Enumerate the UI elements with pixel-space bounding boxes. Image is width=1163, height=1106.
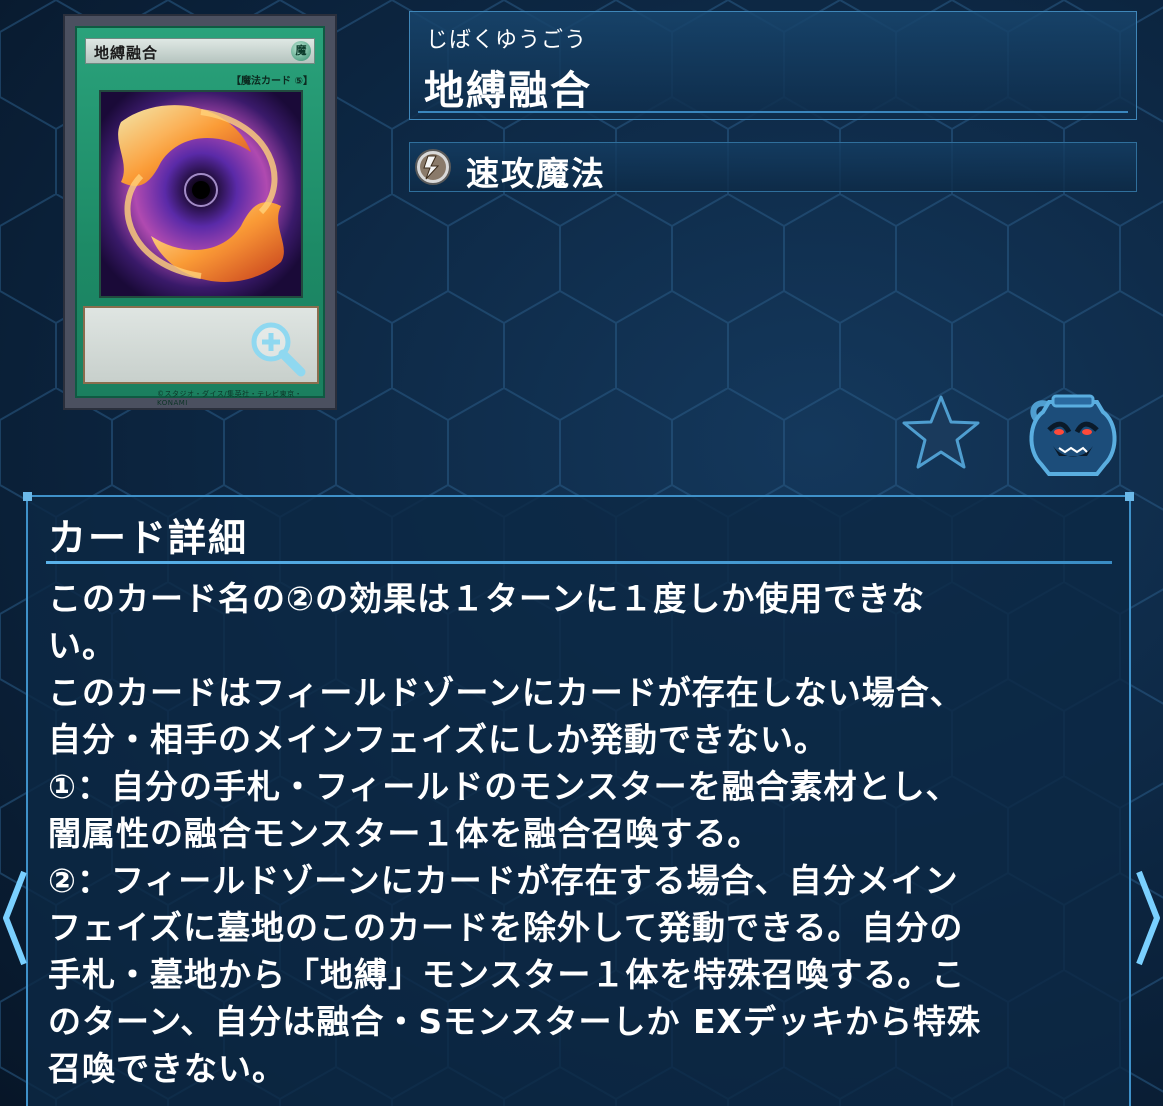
heading-divider — [46, 561, 1112, 564]
card-image-attribute: 魔 — [291, 41, 311, 61]
effect-text-line: のターン、自分は融合・Sモンスターしか EXデッキから特殊 — [48, 1002, 981, 1041]
card-image[interactable]: 地縛融合 魔 【魔法カード ⑤】 ©スタジオ・ダイス/集英社・テレビ東京・KON… — [63, 14, 337, 410]
quick-play-spell-icon — [415, 149, 451, 185]
card-detail-screen: 地縛融合 魔 【魔法カード ⑤】 ©スタジオ・ダイス/集英社・テレビ東京・KON… — [0, 0, 1163, 1106]
card-title-panel: じばくゆうごう 地縛融合 — [409, 11, 1137, 120]
effect-text-line: 召喚できない。 — [48, 1049, 286, 1088]
chevron-right-icon[interactable] — [1133, 868, 1163, 968]
star-icon[interactable] — [901, 394, 981, 470]
panel-corner — [1125, 492, 1134, 501]
chevron-left-icon[interactable] — [0, 868, 30, 968]
effect-text-line: 闇属性の融合モンスター１体を融合召喚する。 — [48, 814, 762, 853]
card-type-panel: 速攻魔法 — [409, 142, 1137, 193]
card-effect-text: このカード名の②の効果は１ターンに１度しか使用できな い。 このカードはフィール… — [48, 575, 1110, 1092]
card-name-ruby: じばくゆうごう — [426, 28, 588, 53]
card-image-name: 地縛融合 — [94, 44, 159, 62]
card-detail-panel: カード詳細 このカード名の②の効果は１ターンに１度しか使用できな い。 このカー… — [23, 492, 1134, 1106]
card-image-footer: ©スタジオ・ダイス/集英社・テレビ東京・KONAMI — [157, 390, 303, 407]
effect-text-line: ①：自分の手札・フィールドのモンスターを融合素材とし、 — [48, 767, 960, 806]
card-image-type-line: 【魔法カード ⑤】 — [231, 76, 313, 87]
effect-text-line: 手札・墓地から「地縛」モンスター１体を特殊召喚する。こ — [48, 955, 966, 994]
card-type-label: 速攻魔法 — [466, 154, 606, 193]
effect-text-line: フェイズに墓地のこのカードを除外して発動できる。自分の — [48, 908, 964, 947]
card-artwork-svg — [101, 92, 301, 296]
card-detail-heading: カード詳細 — [48, 516, 249, 560]
card-image-text-box — [83, 306, 319, 384]
card-name: 地縛融合 — [424, 68, 592, 114]
effect-text-line: このカードはフィールドゾーンにカードが存在しない場合、 — [48, 673, 964, 712]
effect-text-line: ②：フィールドゾーンにカードが存在する場合、自分メイン — [48, 861, 959, 900]
zoom-in-icon[interactable] — [247, 318, 309, 380]
effect-text-line: い。 — [48, 626, 116, 665]
effect-text-line: このカード名の②の効果は１ターンに１度しか使用できな — [48, 579, 926, 618]
card-image-body: 地縛融合 魔 【魔法カード ⑤】 ©スタジオ・ダイス/集英社・テレビ東京・KON… — [75, 26, 325, 407]
card-image-name-bar: 地縛融合 魔 — [85, 38, 315, 64]
pot-of-greed-icon[interactable] — [1025, 390, 1121, 478]
effect-text-line: 自分・相手のメインフェイズにしか発動できない。 — [48, 720, 829, 759]
card-artwork — [99, 90, 303, 298]
panel-corner — [23, 492, 32, 501]
